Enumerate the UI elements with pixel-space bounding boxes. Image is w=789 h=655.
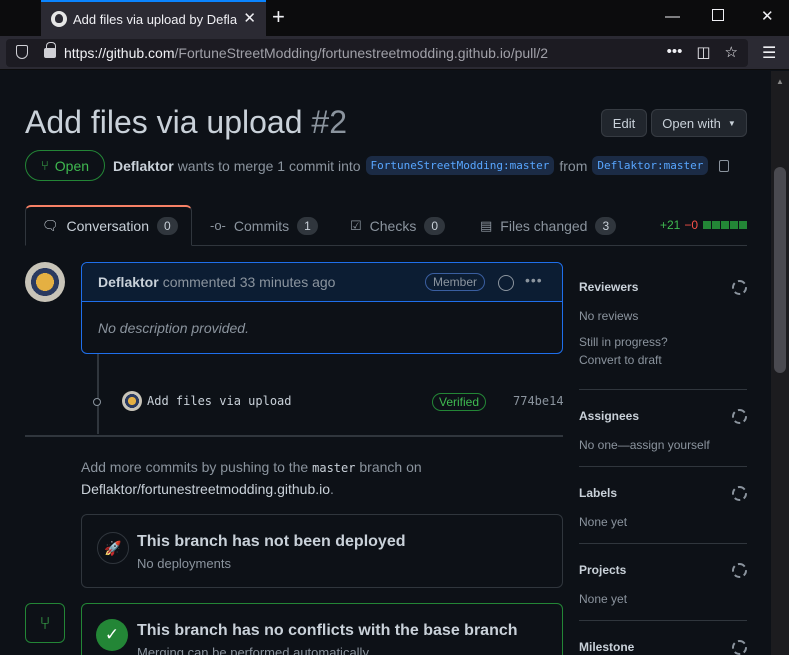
open-with-button[interactable]: Open with ▼	[651, 109, 747, 137]
commit-avatar[interactable]	[122, 391, 142, 411]
maximize-icon[interactable]	[712, 9, 724, 21]
comment-timestamp[interactable]: commented 33 minutes ago	[163, 274, 336, 290]
gear-icon[interactable]	[732, 280, 747, 295]
diffstat: +21 −0	[660, 218, 747, 232]
pr-state-badge: ⑂ Open	[25, 150, 105, 181]
lock-icon[interactable]	[44, 42, 56, 58]
sidebar-milestone: Milestone	[579, 640, 747, 655]
pr-author-link[interactable]: Deflaktor	[113, 158, 174, 174]
tracking-protection-icon[interactable]	[16, 45, 28, 59]
gear-icon[interactable]	[732, 640, 747, 655]
comment-header: Deflaktor commented 33 minutes ago Membe…	[82, 263, 562, 302]
browser-tab-bar: Add files via upload by Deflaktor ✕ + — …	[0, 0, 789, 36]
tab-conversation[interactable]: 🗨 Conversation 0	[25, 205, 192, 246]
smiley-icon[interactable]	[498, 275, 514, 291]
assign-yourself-link[interactable]: No one—assign yourself	[579, 436, 747, 454]
check-icon: ✓	[96, 619, 128, 651]
comment-box: Deflaktor commented 33 minutes ago Membe…	[81, 262, 563, 354]
convert-to-draft-link[interactable]: Convert to draft	[579, 351, 747, 369]
reviewers-title[interactable]: Reviewers	[579, 280, 747, 294]
caret-down-icon: ▼	[727, 118, 736, 128]
sidebar-reviewers: Reviewers No reviews Still in progress? …	[579, 280, 747, 369]
gear-icon[interactable]	[732, 486, 747, 501]
sidebar-projects: Projects None yet	[579, 563, 747, 608]
sidebar-assignees: Assignees No one—assign yourself	[579, 409, 747, 454]
edit-button[interactable]: Edit	[601, 109, 647, 137]
deployment-box: 🚀 This branch has not been deployed No d…	[81, 514, 563, 588]
pr-title: Add files via upload #2	[25, 104, 347, 140]
checklist-icon: ☑	[350, 217, 362, 233]
minimize-icon[interactable]: —	[665, 8, 680, 26]
gear-icon[interactable]	[732, 563, 747, 578]
commit-icon: -o-	[210, 218, 226, 233]
scrollbar-thumb[interactable]	[774, 167, 786, 373]
hamburger-menu-icon[interactable]: ☰	[762, 43, 776, 63]
scrollbar[interactable]: ▲	[771, 71, 789, 655]
commit-dot-icon	[90, 396, 104, 408]
pr-tabs: 🗨 Conversation 0 -o- Commits 1 ☑ Checks 0 ▤…	[25, 205, 747, 246]
browser-tab-title: Add files via upload by Deflaktor	[73, 11, 237, 27]
commit-sha-link[interactable]: 774be14	[513, 394, 564, 408]
navigation-toolbar: https://github.com/FortuneStreetModding/…	[0, 36, 789, 70]
commit-row: Add files via upload Verified 774be14	[90, 390, 564, 414]
comment-body: No description provided.	[98, 320, 249, 336]
git-merge-icon: ⑂	[25, 603, 65, 643]
url-text[interactable]: https://github.com/FortuneStreetModding/…	[64, 45, 548, 61]
github-page: Add files via upload #2 Edit Open with ▼ …	[0, 71, 771, 655]
kebab-menu-icon[interactable]: •••	[525, 272, 543, 288]
comment-icon: 🗨	[42, 218, 59, 233]
timeline-divider	[25, 435, 563, 437]
commit-message-link[interactable]: Add files via upload	[147, 394, 292, 408]
rocket-icon: 🚀	[97, 532, 129, 564]
copy-icon[interactable]	[719, 159, 730, 172]
scroll-up-icon[interactable]: ▲	[776, 77, 784, 86]
browser-tab[interactable]: Add files via upload by Deflaktor ✕	[41, 0, 266, 36]
window-close-icon[interactable]: ✕	[761, 8, 774, 26]
bookmark-star-icon[interactable]: ☆	[725, 43, 738, 61]
base-branch[interactable]: FortuneStreetModding:master	[365, 156, 555, 175]
avatar[interactable]	[25, 262, 65, 302]
verified-badge[interactable]: Verified	[432, 393, 487, 411]
gear-icon[interactable]	[732, 409, 747, 424]
head-branch[interactable]: Deflaktor:master	[592, 156, 709, 175]
github-favicon-icon	[51, 11, 67, 27]
address-bar[interactable]: https://github.com/FortuneStreetModding/…	[6, 39, 748, 67]
git-pull-request-icon: ⑂	[40, 158, 49, 173]
pocket-icon[interactable]: ◫	[696, 43, 710, 61]
pr-meta: Deflaktor wants to merge 1 commit into F…	[113, 156, 730, 175]
page-actions-icon[interactable]: •••	[667, 43, 683, 61]
tab-files-changed[interactable]: ▤ Files changed 3	[480, 205, 617, 246]
member-badge: Member	[425, 273, 486, 291]
close-tab-icon[interactable]: ✕	[243, 11, 256, 26]
repo-link[interactable]: Deflaktor/fortunestreetmodding.github.io	[81, 481, 330, 497]
file-diff-icon: ▤	[480, 217, 493, 233]
tab-checks[interactable]: ☑ Checks 0	[350, 205, 446, 246]
merge-status-box: ✓ This branch has no conflicts with the …	[81, 603, 563, 655]
tab-commits[interactable]: -o- Commits 1	[210, 205, 318, 246]
new-tab-icon[interactable]: +	[272, 6, 285, 28]
push-hint: Add more commits by pushing to the maste…	[81, 459, 422, 497]
sidebar-labels: Labels None yet	[579, 486, 747, 531]
comment-author-link[interactable]: Deflaktor	[98, 274, 159, 290]
